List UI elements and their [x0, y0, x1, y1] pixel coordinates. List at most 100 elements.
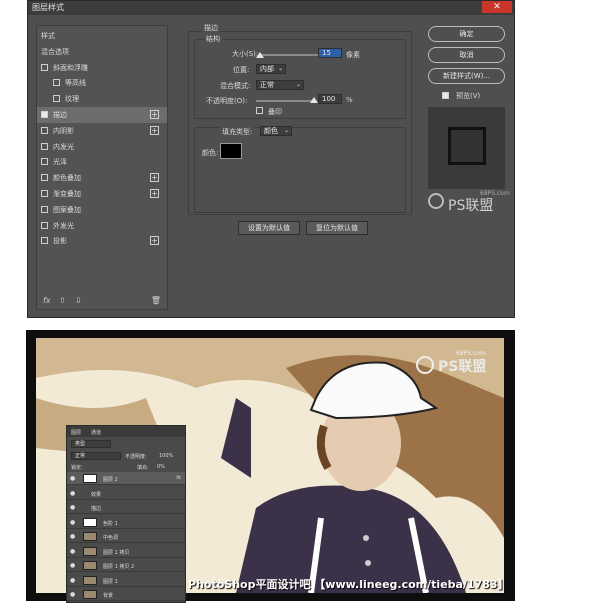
opacity-input[interactable]: 100	[318, 94, 342, 104]
opacity-slider[interactable]	[256, 100, 316, 102]
blend-mode-value: 正常	[260, 81, 274, 89]
overprint-checkbox[interactable]	[256, 107, 263, 114]
style-item-label: 光泽	[53, 158, 67, 167]
fx-icon[interactable]: fx	[43, 296, 51, 305]
move-down-icon[interactable]: ⇩	[75, 296, 82, 305]
add-icon[interactable]: +	[150, 110, 159, 119]
size-unit: 像素	[346, 51, 360, 59]
style-checkbox[interactable]	[41, 126, 48, 134]
style-checkbox[interactable]	[41, 142, 48, 150]
style-item[interactable]: 混合选项	[37, 44, 167, 60]
opacity-slider-thumb[interactable]	[310, 97, 318, 103]
style-item[interactable]: 投影 +	[37, 233, 167, 249]
fill-type-select[interactable]: 颜色 ⌄	[260, 126, 292, 136]
tab-channels[interactable]: 通道	[91, 429, 101, 436]
add-icon[interactable]: +	[150, 189, 159, 198]
eye-icon[interactable]: ●	[70, 577, 75, 584]
preview-checkbox[interactable]	[442, 92, 449, 99]
style-checkbox[interactable]	[41, 174, 48, 182]
layer-row[interactable]: ● 描边	[67, 501, 185, 514]
layer-row[interactable]: ● 背景	[67, 588, 185, 601]
blend-mode-label: 混合模式:	[220, 82, 251, 90]
style-checkbox[interactable]	[41, 221, 48, 229]
structure-group	[194, 39, 406, 119]
layer-name: 图层 1	[103, 578, 118, 585]
style-checkbox[interactable]	[53, 79, 60, 87]
style-item[interactable]: 纹理	[37, 91, 167, 107]
style-checkbox[interactable]	[53, 95, 60, 103]
style-item[interactable]: 描边 +	[37, 107, 167, 123]
size-slider-thumb[interactable]	[256, 52, 264, 58]
style-item[interactable]: 图案叠加	[37, 202, 167, 218]
eye-icon[interactable]: ●	[70, 591, 75, 598]
move-up-icon[interactable]: ⇧	[59, 296, 66, 305]
close-button[interactable]: ✕	[482, 1, 512, 13]
position-select[interactable]: 内部 ⌄	[256, 64, 286, 74]
layer-row[interactable]: ● 图层 1 拷贝	[67, 545, 185, 558]
layer-row[interactable]: ● 色阶 1	[67, 516, 185, 529]
ps-logo-icon	[428, 193, 444, 209]
style-item[interactable]: 内发光	[37, 139, 167, 155]
position-label: 位置:	[233, 66, 250, 74]
style-item[interactable]: 等高线	[37, 75, 167, 91]
overprint-label: 叠印	[268, 108, 282, 116]
style-checkbox[interactable]	[41, 190, 48, 197]
style-item[interactable]: 外发光	[37, 218, 167, 234]
layer-row[interactable]: ● 图层 1	[67, 574, 185, 587]
layer-thumbnail	[83, 532, 97, 541]
size-label: 大小(S):	[232, 50, 259, 58]
style-item-label: 等高线	[65, 79, 86, 88]
cancel-button[interactable]: 取消	[428, 47, 505, 63]
style-checkbox[interactable]	[41, 111, 48, 118]
layer-thumbnail	[83, 590, 97, 599]
layer-row[interactable]: ● 图层 1 拷贝 2	[67, 559, 185, 572]
kind-filter-select[interactable]: 类型	[71, 440, 111, 448]
size-input[interactable]: 15	[318, 48, 342, 58]
size-slider[interactable]	[258, 54, 318, 56]
style-item-label: 混合选项	[41, 47, 69, 56]
eye-icon[interactable]: ●	[70, 475, 75, 482]
fill-value[interactable]: 0%	[157, 464, 165, 470]
style-item[interactable]: 光泽	[37, 154, 167, 170]
layer-row[interactable]: ● 中色调	[67, 530, 185, 543]
layer-thumbnail	[83, 517, 97, 527]
style-item[interactable]: 斜面和浮雕	[37, 60, 167, 76]
fill-label: 填充:	[137, 465, 149, 471]
eye-icon[interactable]: ●	[70, 504, 75, 511]
layer-opacity-value[interactable]: 100%	[159, 453, 173, 459]
style-checkbox[interactable]	[41, 158, 48, 166]
layer-row[interactable]: ● 图层 2 fx	[67, 472, 185, 485]
style-item[interactable]: 样式	[37, 28, 167, 44]
ok-button[interactable]: 确定	[428, 26, 505, 42]
eye-icon[interactable]: ●	[70, 533, 75, 540]
eye-icon[interactable]: ●	[70, 490, 75, 497]
photo-watermark-brand: PS联盟	[438, 359, 487, 375]
add-icon[interactable]: +	[150, 236, 159, 246]
eye-icon[interactable]: ●	[70, 562, 75, 569]
layers-panel: 图层 通道 类型 正常 不透明度: 100% 锁定: 填充: 0% ● 图层 2 f…	[66, 425, 186, 603]
style-item[interactable]: 颜色叠加 +	[37, 170, 167, 186]
layer-thumbnail	[83, 575, 97, 585]
layer-blend-select[interactable]: 正常	[71, 452, 121, 460]
style-item[interactable]: 内阴影 +	[37, 123, 167, 139]
add-icon[interactable]: +	[150, 125, 159, 135]
set-default-button[interactable]: 设置为默认值	[238, 221, 300, 235]
new-style-button[interactable]: 新建样式(W)...	[428, 68, 505, 84]
trash-icon[interactable]: 🗑	[151, 296, 161, 305]
style-checkbox[interactable]	[41, 63, 48, 71]
color-swatch[interactable]	[220, 143, 242, 159]
color-label: 颜色:	[202, 149, 219, 157]
style-checkbox[interactable]	[41, 237, 48, 245]
style-checkbox[interactable]	[41, 205, 48, 213]
style-item[interactable]: 渐变叠加 +	[37, 186, 167, 202]
eye-icon[interactable]: ●	[70, 519, 75, 526]
tab-layers[interactable]: 图层	[71, 429, 81, 436]
eye-icon[interactable]: ●	[70, 548, 75, 555]
reset-default-button[interactable]: 复位为默认值	[306, 221, 368, 235]
blend-mode-select[interactable]: 正常 ⌄	[256, 80, 304, 90]
layer-row[interactable]: ● 效果	[67, 487, 185, 500]
style-item-label: 投影	[53, 237, 67, 246]
layer-name: 图层 1 拷贝	[103, 549, 130, 556]
add-icon[interactable]: +	[150, 173, 159, 183]
layer-style-dialog: 图层样式 ✕ 样式 混合选项 斜面和浮雕 等高线 纹理 描边 + 内阴影 + 内发光 光泽 颜色叠加 +…	[27, 0, 515, 318]
